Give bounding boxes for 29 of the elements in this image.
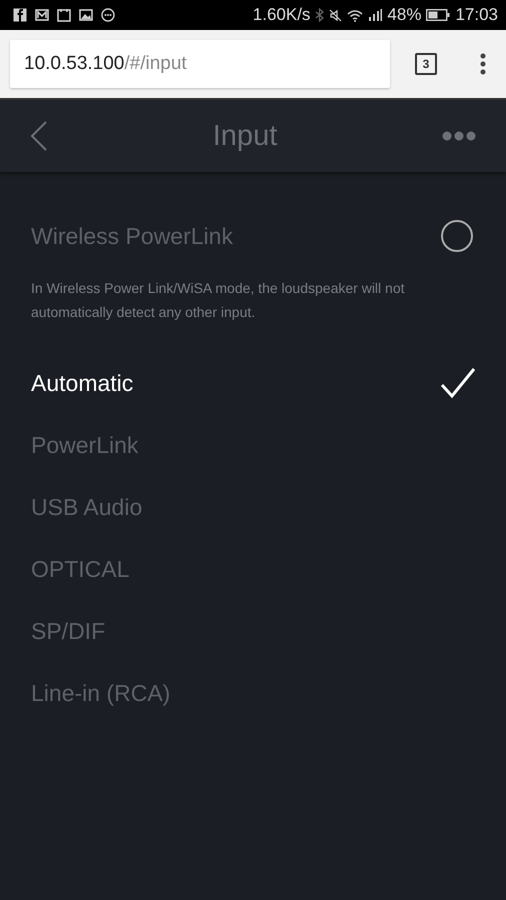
input-option[interactable]: OPTICAL — [31, 538, 476, 600]
battery-percent: 48% — [387, 5, 422, 25]
wireless-label: Wireless PowerLink — [31, 222, 233, 250]
input-option[interactable]: PowerLink — [31, 414, 476, 476]
mute-icon — [329, 8, 342, 22]
wifi-icon — [347, 8, 364, 22]
menu-icon[interactable] — [480, 53, 486, 75]
battery-icon — [426, 9, 450, 21]
input-option[interactable]: SP/DIF — [31, 600, 476, 662]
page-title: Input — [212, 120, 278, 152]
tab-count-button[interactable]: 3 — [415, 53, 437, 75]
mail-icon — [35, 8, 49, 22]
bluetooth-icon — [315, 8, 324, 22]
back-icon[interactable] — [30, 121, 48, 151]
more-circle-icon — [101, 8, 115, 22]
radio-button[interactable] — [441, 220, 473, 252]
more-icon[interactable] — [442, 131, 476, 141]
note-text: In Wireless Power Link/WiSA mode, the loudspeaker will not automatically detect any other input. — [31, 279, 406, 322]
signal-icon — [368, 9, 382, 21]
calendar-icon — [57, 8, 71, 22]
image-icon — [79, 8, 93, 22]
clock: 17:03 — [455, 5, 498, 25]
network-speed: 1.60K/s — [252, 5, 310, 25]
input-option[interactable]: USB Audio — [31, 476, 476, 538]
input-option[interactable]: Line-in (RCA) — [31, 662, 476, 724]
app-icon — [13, 8, 27, 22]
input-option[interactable]: Automatic — [31, 352, 476, 414]
checkmark-icon — [440, 367, 476, 399]
address-bar[interactable]: 10.0.53.100/#/input — [10, 40, 390, 88]
